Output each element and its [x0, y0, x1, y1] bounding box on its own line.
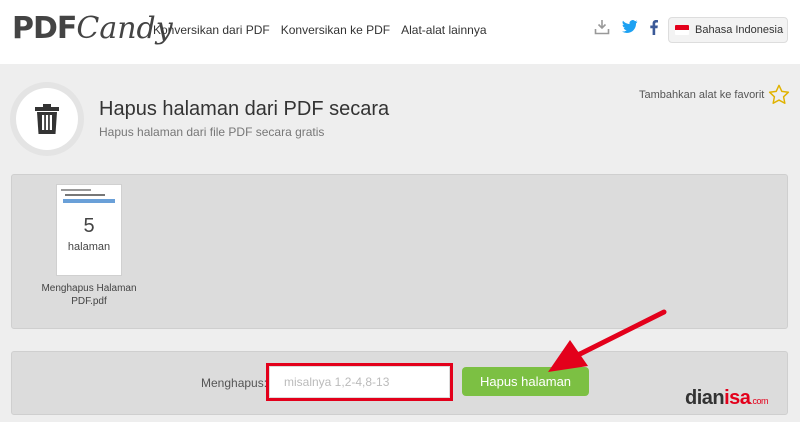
tool-icon-circle — [16, 88, 78, 150]
pdf-thumbnail[interactable]: 5 halaman — [56, 184, 122, 276]
header-icons — [594, 19, 658, 40]
trash-icon — [35, 104, 59, 134]
favorite-label: Tambahkan alat ke favorit — [639, 88, 765, 101]
watermark-part-a: dian — [685, 387, 725, 409]
star-icon — [769, 84, 790, 104]
page-range-input[interactable] — [270, 367, 449, 397]
language-selector[interactable]: Bahasa Indonesia — [668, 17, 788, 43]
nav-convert-to-pdf[interactable]: Konversikan ke PDF — [281, 23, 390, 37]
add-favorite-link[interactable]: Tambahkan alat ke favorit — [639, 84, 790, 105]
watermark-domain: .com — [750, 396, 768, 406]
thumb-bar — [63, 199, 115, 203]
red-arrow-annotation — [548, 309, 667, 372]
download-icon[interactable] — [594, 19, 610, 40]
delete-pages-label: Menghapus: — [201, 376, 268, 390]
logo-pdf: PDF — [12, 11, 77, 46]
thumb-line — [61, 189, 91, 191]
page-title: Hapus halaman dari PDF secara — [99, 98, 390, 120]
thumb-line — [65, 194, 105, 196]
top-bar: PDFCandy Konversikan dari PDF Konversika… — [0, 0, 800, 64]
pdfcandy-logo[interactable]: PDFCandy — [12, 11, 173, 46]
facebook-icon[interactable] — [650, 19, 658, 40]
language-label: Bahasa Indonesia — [695, 24, 784, 36]
indonesia-flag-icon — [675, 25, 689, 35]
main-nav: Konversikan dari PDF Konversikan ke PDF … — [153, 23, 487, 37]
nav-convert-from-pdf[interactable]: Konversikan dari PDF — [153, 23, 270, 37]
twitter-icon[interactable] — [622, 20, 638, 39]
nav-other-tools[interactable]: Alat-alat lainnya — [401, 23, 486, 37]
dianisa-watermark: dianisa.com — [685, 387, 768, 410]
file-name: Menghapus Halaman PDF.pdf — [41, 283, 137, 307]
page-subtitle: Hapus halaman dari file PDF secara grati… — [99, 125, 325, 139]
watermark-part-b: isa — [724, 387, 751, 409]
page-unit: halaman — [67, 241, 111, 253]
page-count: 5 — [83, 215, 95, 237]
